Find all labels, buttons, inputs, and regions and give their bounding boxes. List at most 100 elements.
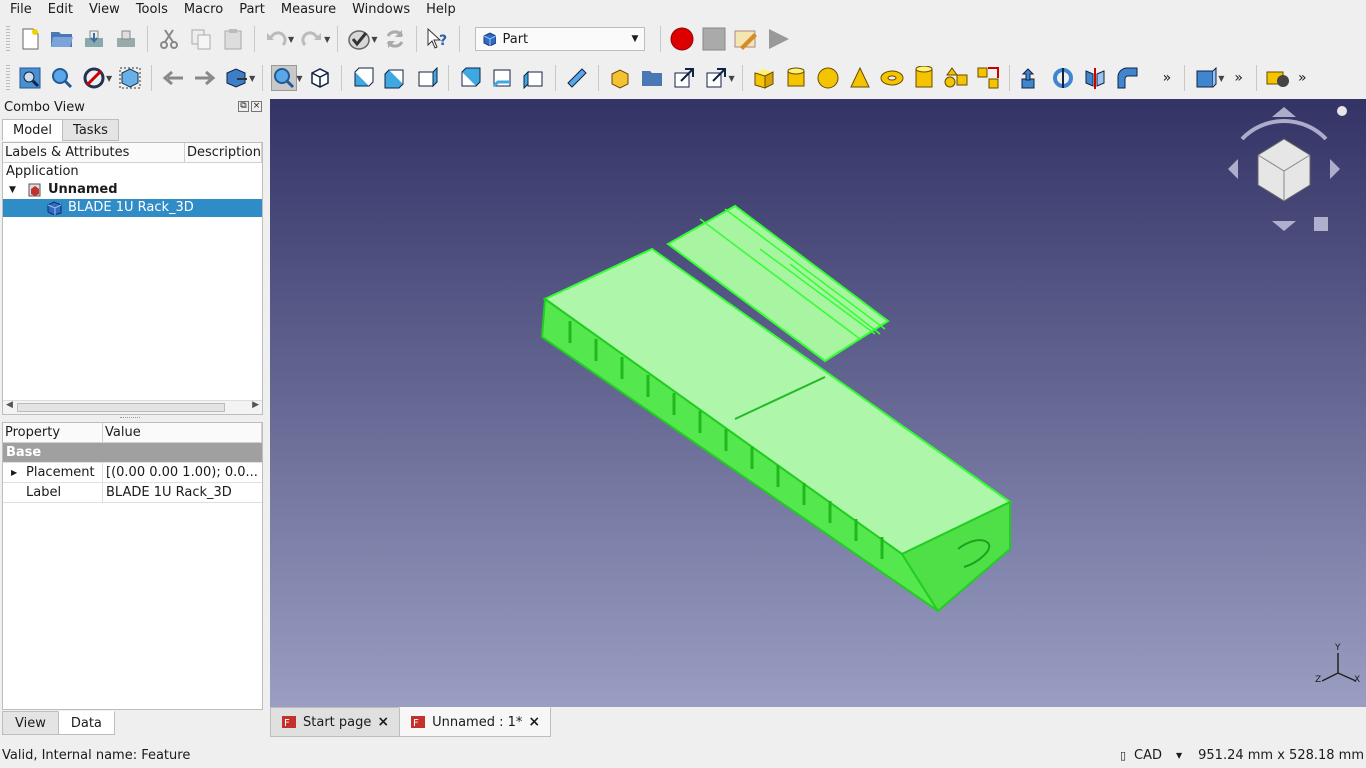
save-icon[interactable] xyxy=(81,26,107,52)
top-view-icon[interactable] xyxy=(382,65,408,91)
link-dropdown-icon[interactable]: ▼ xyxy=(728,74,734,83)
front-view-icon[interactable] xyxy=(350,65,376,91)
torus-icon[interactable] xyxy=(879,65,905,91)
left-view-icon[interactable] xyxy=(521,65,547,91)
tube-icon[interactable] xyxy=(911,65,937,91)
menu-tools[interactable]: Tools xyxy=(128,0,176,20)
menu-part[interactable]: Part xyxy=(231,0,273,20)
sphere-icon[interactable] xyxy=(815,65,841,91)
zoom-icon[interactable] xyxy=(271,65,298,91)
link-actions-icon[interactable] xyxy=(703,65,729,91)
undo-icon[interactable] xyxy=(263,26,289,52)
toolbar-grip[interactable] xyxy=(6,26,10,52)
tab-tasks[interactable]: Tasks xyxy=(62,119,119,141)
workbench-selector[interactable]: Part ▼ xyxy=(475,27,646,51)
draw-style-icon[interactable] xyxy=(81,65,107,91)
rear-view-icon[interactable] xyxy=(457,65,483,91)
toolbar-overflow-icon-3[interactable]: » xyxy=(1298,70,1307,86)
navigation-style-label[interactable]: CAD xyxy=(1134,748,1162,763)
fit-selection-icon[interactable] xyxy=(49,65,75,91)
tab-view[interactable]: View xyxy=(2,711,59,735)
recompute-icon[interactable] xyxy=(382,26,408,52)
macro-edit-icon[interactable] xyxy=(733,26,759,52)
sync-view-icon[interactable] xyxy=(224,65,250,91)
back-arrow-icon[interactable] xyxy=(160,65,186,91)
tree-header-labels[interactable]: Labels & Attributes xyxy=(3,143,185,162)
cube-icon[interactable] xyxy=(751,65,777,91)
save-as-icon[interactable] xyxy=(113,26,139,52)
refresh-check-icon[interactable] xyxy=(346,26,372,52)
close-panel-icon[interactable]: × xyxy=(251,101,262,112)
tab-start-page[interactable]: F Start page × xyxy=(270,707,401,737)
macro-run-icon[interactable] xyxy=(765,26,791,52)
panel-splitter[interactable] xyxy=(120,417,140,419)
prop-value[interactable]: BLADE 1U Rack_3D xyxy=(103,483,262,502)
3d-viewport[interactable]: Y X Z xyxy=(270,99,1366,707)
copy-icon[interactable] xyxy=(188,26,214,52)
zoom-dropdown-icon[interactable]: ▼ xyxy=(296,74,302,83)
tree-item-blade[interactable]: BLADE 1U Rack_3D xyxy=(3,199,262,217)
create-group-icon[interactable] xyxy=(639,65,665,91)
menu-file[interactable]: File xyxy=(2,0,40,20)
tab-model[interactable]: Model xyxy=(2,119,64,141)
prop-header-value[interactable]: Value xyxy=(103,423,262,442)
navigation-style-dropdown-icon[interactable]: ▼ xyxy=(1176,751,1182,760)
menu-windows[interactable]: Windows xyxy=(344,0,418,20)
box-selection-dropdown-icon[interactable]: ▼ xyxy=(1218,74,1224,83)
toolbar-overflow-icon[interactable]: » xyxy=(1163,70,1172,86)
draw-style-dropdown-icon[interactable]: ▼ xyxy=(106,74,112,83)
redo-dropdown-icon[interactable]: ▼ xyxy=(324,35,330,44)
mirror-icon[interactable] xyxy=(1082,65,1108,91)
scroll-thumb[interactable] xyxy=(17,403,225,412)
macro-stop-icon[interactable] xyxy=(701,26,727,52)
menu-edit[interactable]: Edit xyxy=(40,0,81,20)
prop-value[interactable]: [(0.00 0.00 1.00); 0.0... xyxy=(103,463,262,482)
prop-group-base[interactable]: Base xyxy=(3,443,262,463)
fit-all-icon[interactable] xyxy=(17,65,43,91)
measure-icon[interactable] xyxy=(564,65,590,91)
prop-row-label[interactable]: Label BLADE 1U Rack_3D xyxy=(3,483,262,503)
forward-arrow-icon[interactable] xyxy=(192,65,218,91)
tree-document-row[interactable]: ▼ Unnamed xyxy=(3,181,262,199)
paste-icon[interactable] xyxy=(220,26,246,52)
tab-unnamed-document[interactable]: F Unnamed : 1* × xyxy=(399,707,552,737)
cut-icon[interactable] xyxy=(156,26,182,52)
expand-arrow-icon[interactable]: ▶ xyxy=(11,463,17,483)
box-selection-icon[interactable] xyxy=(1193,65,1219,91)
float-panel-icon[interactable]: ⧉ xyxy=(238,101,249,112)
revolve-icon[interactable] xyxy=(1050,65,1076,91)
menu-macro[interactable]: Macro xyxy=(176,0,231,20)
create-part-icon[interactable] xyxy=(607,65,633,91)
menu-measure[interactable]: Measure xyxy=(273,0,344,20)
menu-view[interactable]: View xyxy=(81,0,128,20)
fillet-icon[interactable] xyxy=(1114,65,1140,91)
refresh-check-dropdown-icon[interactable]: ▼ xyxy=(371,35,377,44)
right-view-icon[interactable] xyxy=(414,65,440,91)
measurement-icon[interactable] xyxy=(1265,65,1291,91)
toolbar-overflow-icon-2[interactable]: » xyxy=(1234,70,1243,86)
bottom-view-icon[interactable] xyxy=(489,65,515,91)
cylinder-icon[interactable] xyxy=(783,65,809,91)
scroll-left-icon[interactable]: ◀ xyxy=(6,400,13,410)
expand-arrow-icon[interactable]: ▼ xyxy=(9,181,16,199)
open-folder-icon[interactable] xyxy=(49,26,75,52)
tree-header-description[interactable]: Description xyxy=(185,143,262,162)
prop-row-placement[interactable]: ▶ Placement [(0.00 0.00 1.00); 0.0... xyxy=(3,463,262,483)
sync-view-dropdown-icon[interactable]: ▼ xyxy=(249,74,255,83)
toolbar-grip[interactable] xyxy=(6,65,10,91)
redo-icon[interactable] xyxy=(299,26,325,52)
primitives-icon[interactable] xyxy=(943,65,969,91)
close-tab-icon[interactable]: × xyxy=(377,714,389,730)
isometric-view-icon[interactable] xyxy=(307,65,333,91)
undo-dropdown-icon[interactable]: ▼ xyxy=(288,35,294,44)
cone-icon[interactable] xyxy=(847,65,873,91)
menu-help[interactable]: Help xyxy=(418,0,464,20)
macro-record-icon[interactable] xyxy=(669,26,695,52)
prop-header-property[interactable]: Property xyxy=(3,423,103,442)
link-icon[interactable] xyxy=(671,65,697,91)
whats-this-icon[interactable]: ? xyxy=(425,26,451,52)
bounding-box-icon[interactable] xyxy=(117,65,143,91)
close-tab-icon[interactable]: × xyxy=(528,714,540,730)
shape-builder-icon[interactable] xyxy=(975,65,1001,91)
horizontal-scrollbar[interactable]: ◀ ▶ xyxy=(3,400,262,414)
